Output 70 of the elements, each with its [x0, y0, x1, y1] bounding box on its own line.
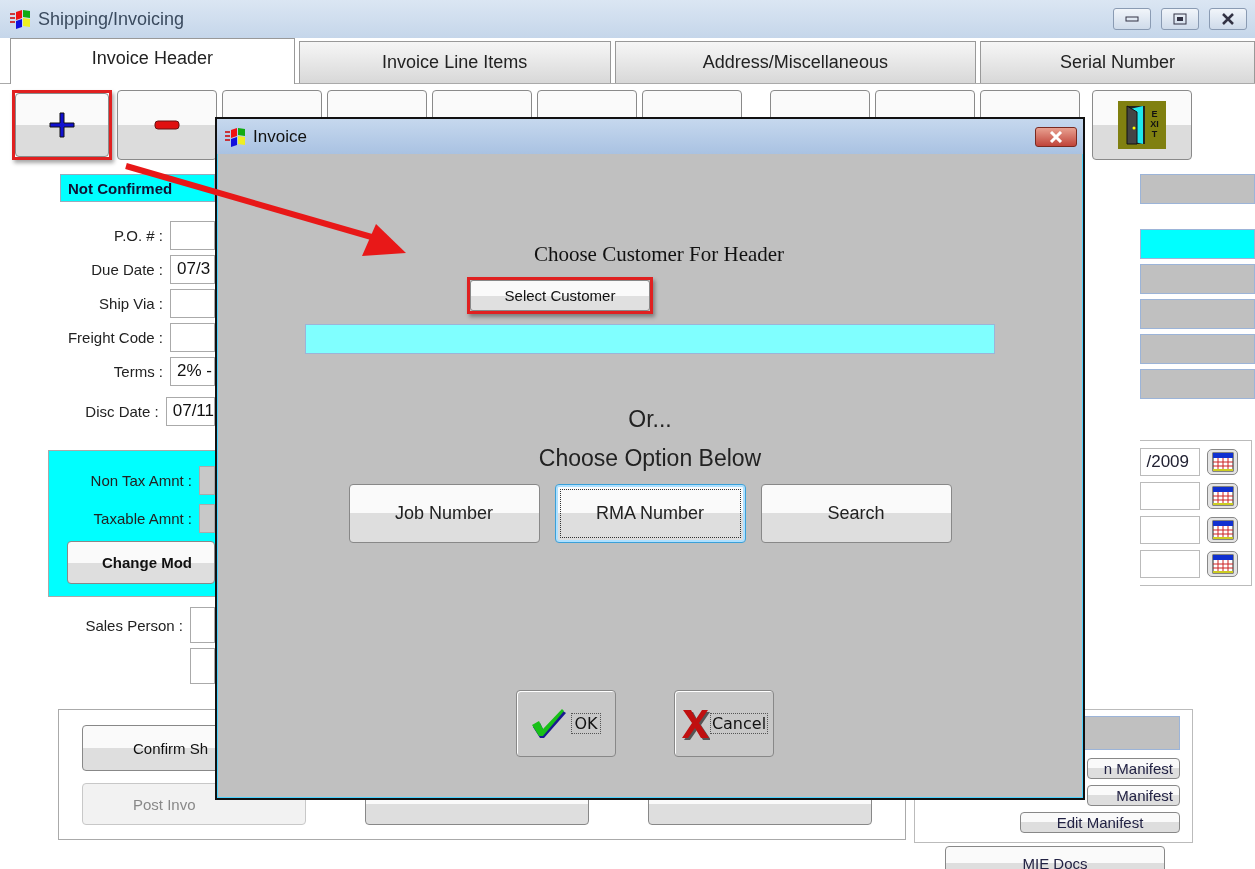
- restore-icon: [1173, 13, 1187, 25]
- dialog-prompt: Choose Customer For Header: [533, 242, 785, 267]
- ok-button[interactable]: OK: [516, 690, 616, 757]
- input-field[interactable]: [190, 607, 215, 643]
- tab[interactable]: Invoice Header: [10, 38, 295, 84]
- date-field[interactable]: [1140, 516, 1200, 544]
- window-title: Shipping/Invoicing: [38, 8, 186, 30]
- input-field[interactable]: [190, 648, 215, 684]
- manifest-button[interactable]: Manifest: [1087, 785, 1180, 806]
- or-label: Or...: [628, 406, 672, 433]
- minus-icon: [154, 120, 180, 130]
- close-icon: [1221, 13, 1235, 25]
- field-label: Ship Via :: [98, 294, 164, 312]
- option-button[interactable]: Job Number: [348, 484, 540, 543]
- minimize-icon: [1125, 16, 1139, 22]
- input-field[interactable]: [170, 220, 215, 250]
- app-icon: [10, 9, 32, 29]
- tab[interactable]: Serial Number: [980, 41, 1255, 83]
- date-field[interactable]: [1140, 550, 1200, 578]
- date-field[interactable]: [1140, 482, 1200, 510]
- field-label: Sales Person :: [84, 616, 184, 634]
- toolbar-button[interactable]: [117, 90, 217, 160]
- field-label: Due Date :: [90, 260, 164, 278]
- close-icon: [1048, 130, 1064, 143]
- input-field[interactable]: [170, 288, 215, 318]
- calendar-icon: [1211, 520, 1234, 540]
- tab[interactable]: Invoice Line Items: [298, 41, 611, 83]
- status-label: Not Confirmed: [60, 174, 215, 202]
- manifest-button[interactable]: n Manifest: [1087, 758, 1180, 779]
- plus-icon: [49, 112, 75, 138]
- dialog-title: Invoice: [253, 126, 308, 147]
- exit-door-icon: EXIT: [1118, 101, 1166, 149]
- amount-field[interactable]: [199, 465, 215, 495]
- date-field[interactable]: /2009: [1140, 448, 1200, 476]
- customer-field[interactable]: [305, 324, 995, 354]
- field-label: Freight Code :: [66, 328, 164, 346]
- tab[interactable]: Address/Miscellaneous: [614, 41, 977, 83]
- option-button[interactable]: Search: [760, 484, 952, 543]
- input-field[interactable]: 2% -: [170, 356, 215, 386]
- calendar-button[interactable]: [1207, 483, 1238, 509]
- minimize-button[interactable]: [1113, 8, 1151, 30]
- calendar-icon: [1211, 486, 1234, 506]
- cancel-button[interactable]: Cancel: [674, 690, 774, 757]
- field-label: Terms :: [112, 362, 164, 380]
- field-label: Disc Date :: [84, 402, 160, 420]
- change-mode-button[interactable]: Change Mod: [67, 541, 215, 584]
- toolbar-button[interactable]: EXIT: [1092, 90, 1192, 160]
- amount-field[interactable]: [199, 503, 215, 533]
- option-button[interactable]: RMA Number: [554, 484, 746, 543]
- manifest-button[interactable]: Edit Manifest: [1020, 812, 1180, 833]
- field-label: Taxable Amnt :: [92, 509, 193, 527]
- calendar-icon: [1211, 554, 1234, 574]
- x-icon: [679, 707, 710, 740]
- calendar-button[interactable]: [1207, 551, 1238, 577]
- calendar-button[interactable]: [1207, 449, 1238, 475]
- options-heading: Choose Option Below: [538, 445, 762, 472]
- restore-button[interactable]: [1161, 8, 1199, 30]
- close-button[interactable]: [1209, 8, 1247, 30]
- mie-docs-button[interactable]: MIE Docs: [945, 846, 1165, 869]
- close-button[interactable]: [1035, 126, 1077, 147]
- check-icon: [531, 708, 568, 739]
- calendar-button[interactable]: [1207, 517, 1238, 543]
- input-field[interactable]: 07/11: [165, 396, 215, 426]
- field-label: P.O. # :: [113, 226, 164, 244]
- field-label: Non Tax Amnt :: [89, 471, 193, 489]
- input-field[interactable]: [170, 322, 215, 352]
- input-field[interactable]: 07/3: [170, 254, 215, 284]
- calendar-icon: [1211, 452, 1234, 472]
- dialog-app-icon: [225, 126, 247, 147]
- select-customer-button[interactable]: Select Customer: [470, 280, 650, 311]
